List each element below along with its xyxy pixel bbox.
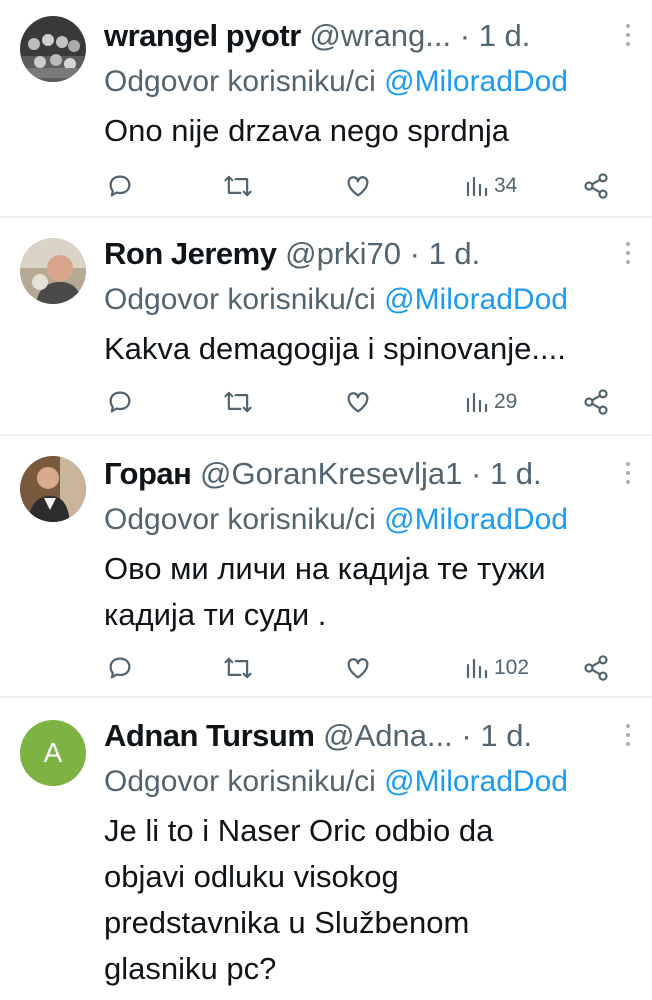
timestamp[interactable]: 1 d.	[429, 236, 481, 271]
reply-prefix: Odgovor korisniku/ci	[104, 503, 385, 536]
reply-mention[interactable]: @MiloradDod	[384, 765, 568, 798]
action-bar: 29	[0, 384, 652, 420]
display-name[interactable]: Горан	[104, 456, 192, 491]
reply-button[interactable]	[106, 650, 134, 686]
tweet-text-line: Ово ми личи на кадија те тужи	[104, 551, 546, 586]
action-bar: 102	[0, 650, 652, 686]
timestamp[interactable]: 1 d.	[490, 456, 542, 491]
retweet-icon	[224, 175, 252, 197]
tweet-text: Kakva demagogija i spinovanje....	[104, 326, 612, 372]
more-icon[interactable]	[624, 724, 632, 748]
action-bar: 34	[0, 168, 652, 204]
retweet-button[interactable]	[222, 168, 254, 204]
share-button[interactable]	[582, 650, 610, 686]
like-icon	[347, 658, 369, 679]
tweet-text-line: Je li to i Naser Oric odbio da	[104, 813, 494, 848]
separator: ·	[451, 18, 479, 53]
views-button[interactable]: 102	[466, 650, 529, 686]
tweet[interactable]: Горан @GoranKresevlja1 · 1 d. Odgovor ko…	[0, 454, 652, 694]
timestamp[interactable]: 1 d.	[480, 718, 532, 753]
views-icon	[466, 176, 488, 197]
tweet-text: Je li to i Naser Oric odbio da objavi od…	[104, 808, 612, 992]
avatar[interactable]	[20, 238, 86, 304]
divider	[0, 434, 652, 436]
tweet-text-line: Kakva demagogija i spinovanje....	[104, 331, 566, 366]
reply-prefix: Odgovor korisniku/ci	[104, 283, 385, 316]
reply-prefix: Odgovor korisniku/ci	[104, 65, 385, 98]
like-icon	[347, 176, 369, 197]
tweet-text-line: Ono nije drzava nego sprdnja	[104, 113, 509, 148]
like-button[interactable]	[344, 384, 372, 420]
views-button[interactable]: 34	[466, 168, 517, 204]
user-handle[interactable]: @Adna...	[323, 718, 453, 753]
retweet-button[interactable]	[222, 384, 254, 420]
retweet-icon	[224, 391, 252, 413]
views-icon	[466, 658, 488, 679]
views-count: 29	[494, 390, 518, 413]
timestamp[interactable]: 1 d.	[479, 18, 531, 53]
views-count: 34	[494, 174, 518, 197]
tweet-text-line: кадија ти суди .	[104, 597, 327, 632]
reply-context: Odgovor korisniku/ci @MiloradDod	[104, 500, 652, 540]
share-icon	[584, 655, 608, 681]
user-handle[interactable]: @wrang...	[309, 18, 451, 53]
reply-button[interactable]	[106, 168, 134, 204]
avatar-letter: A	[43, 737, 63, 768]
tweet-header: Горан @GoranKresevlja1 · 1 d.	[104, 454, 592, 494]
tweet-text-line: predstavnika u Službenom	[104, 905, 470, 940]
share-icon	[584, 389, 608, 415]
display-name[interactable]: Adnan Tursum	[104, 718, 315, 753]
reply-context: Odgovor korisniku/ci @MiloradDod	[104, 280, 652, 320]
divider	[0, 696, 652, 698]
separator: ·	[401, 236, 429, 271]
display-name[interactable]: wrangel pyotr	[104, 18, 301, 53]
tweet-header: Adnan Tursum @Adna... · 1 d.	[104, 716, 592, 756]
reply-mention[interactable]: @MiloradDod	[384, 283, 568, 316]
views-icon	[466, 392, 488, 413]
more-icon[interactable]	[624, 242, 632, 266]
user-handle[interactable]: @prki70	[285, 236, 401, 271]
more-icon[interactable]	[624, 462, 632, 486]
share-button[interactable]	[582, 168, 610, 204]
like-icon	[347, 392, 369, 413]
separator: ·	[452, 718, 481, 753]
more-icon[interactable]	[624, 24, 632, 48]
reply-mention[interactable]: @MiloradDod	[384, 65, 568, 98]
avatar[interactable]: A	[20, 720, 86, 786]
tweet-text: Ово ми личи на кадија те тужи кадија ти …	[104, 546, 612, 638]
views-count: 102	[494, 656, 530, 679]
share-icon	[584, 173, 608, 199]
reply-prefix: Odgovor korisniku/ci	[104, 765, 385, 798]
avatar[interactable]	[20, 456, 86, 522]
tweet[interactable]: A Adnan Tursum @Adna... · 1 d. Odgovor k…	[0, 716, 652, 1000]
tweet[interactable]: wrangel pyotr @wrang... · 1 d. Odgovor k…	[0, 16, 652, 216]
tweet-header: wrangel pyotr @wrang... · 1 d.	[104, 16, 592, 56]
separator: ·	[462, 456, 490, 491]
retweet-button[interactable]	[222, 650, 254, 686]
share-button[interactable]	[582, 384, 610, 420]
reply-context: Odgovor korisniku/ci @MiloradDod	[104, 62, 652, 102]
tweet-header: Ron Jeremy @prki70 · 1 d.	[104, 234, 592, 274]
reply-icon	[109, 657, 131, 679]
retweet-icon	[224, 657, 252, 679]
display-name[interactable]: Ron Jeremy	[104, 236, 277, 271]
tweet[interactable]: Ron Jeremy @prki70 · 1 d. Odgovor korisn…	[0, 234, 652, 434]
reply-mention[interactable]: @MiloradDod	[384, 503, 568, 536]
user-handle[interactable]: @GoranKresevlja1	[200, 456, 462, 491]
reply-icon	[109, 391, 131, 413]
tweet-text-line: objavi odluku visokog	[104, 859, 399, 894]
tweet-text: Ono nije drzava nego sprdnja	[104, 108, 612, 154]
reply-context: Odgovor korisniku/ci @MiloradDod	[104, 762, 652, 802]
views-button[interactable]: 29	[466, 384, 517, 420]
like-button[interactable]	[344, 168, 372, 204]
avatar[interactable]	[20, 16, 86, 82]
divider	[0, 216, 652, 218]
tweet-text-line: glasniku pc?	[104, 951, 277, 986]
reply-button[interactable]	[106, 384, 134, 420]
like-button[interactable]	[344, 650, 372, 686]
reply-icon	[109, 175, 131, 197]
